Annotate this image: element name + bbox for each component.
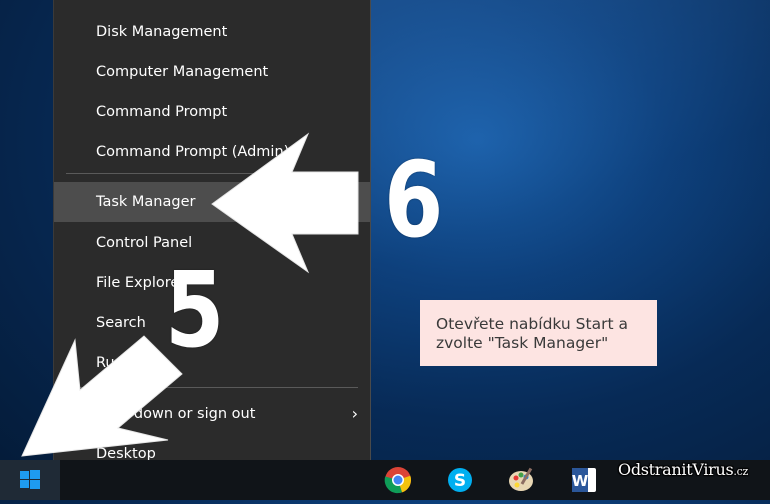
svg-text:W: W — [572, 472, 589, 490]
skype-icon: S — [448, 468, 472, 492]
menu-item-task-manager[interactable]: Task Manager — [54, 182, 370, 222]
paint-icon — [509, 467, 533, 491]
menu-item-computer-management[interactable]: Computer Management — [54, 54, 370, 90]
power-user-menu: Disk Management Computer Management Comm… — [53, 0, 371, 470]
windows-start-icon — [20, 470, 40, 489]
skype-taskbar-button[interactable]: S — [444, 464, 476, 496]
menu-item-shut-down-label: Shut down or sign out — [96, 406, 256, 422]
chrome-taskbar-button[interactable] — [382, 464, 414, 496]
menu-item-command-prompt-admin[interactable]: Command Prompt (Admin) — [54, 134, 370, 170]
menu-item-disk-management[interactable]: Disk Management — [54, 14, 370, 50]
paint-taskbar-button[interactable] — [506, 464, 538, 496]
start-button[interactable] — [0, 460, 60, 500]
watermark-suffix: .cz — [733, 465, 748, 478]
watermark: OdstranitVirus.cz — [618, 460, 748, 488]
caption-line-1: Otevřete nabídku Start a — [436, 315, 628, 333]
caption-line-2: zvolte "Task Manager" — [436, 334, 609, 352]
menu-item-shut-down[interactable]: Shut down or sign out › — [54, 396, 370, 432]
chevron-right-icon: › — [351, 404, 358, 423]
watermark-text: OdstranitVirus — [618, 460, 734, 479]
word-taskbar-button[interactable]: W — [568, 464, 600, 496]
word-icon: W — [572, 468, 596, 492]
chrome-icon — [384, 467, 412, 494]
menu-separator — [66, 173, 358, 174]
menu-separator — [66, 387, 358, 388]
svg-text:S: S — [454, 471, 466, 491]
menu-item-command-prompt[interactable]: Command Prompt — [54, 94, 370, 130]
instruction-caption: Otevřete nabídku Start a zvolte "Task Ma… — [420, 300, 657, 366]
step-number-6: 6 — [384, 139, 444, 261]
step-number-5: 5 — [165, 249, 225, 371]
